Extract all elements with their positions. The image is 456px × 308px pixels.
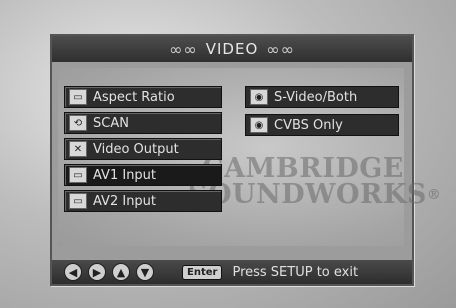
disc-icon: ◉ [250,89,268,105]
page-title: VIDEO [205,40,259,58]
menu-area: CAMBRIDGE SOUNDWORKS® ▭ Aspect Ratio ⟲ S… [58,68,441,246]
arrow-up-icon[interactable]: ▲ [112,263,130,281]
title-bar: ∞∞ VIDEO ∞∞ [52,36,412,62]
tools-icon: ✕ [69,141,87,157]
disc-icon: ◉ [250,117,268,133]
brand-watermark: CAMBRIDGE SOUNDWORKS® [188,153,442,210]
setup-screen: ∞∞ VIDEO ∞∞ CAMBRIDGE SOUNDWORKS® ▭ Aspe… [50,34,441,286]
enter-button[interactable]: Enter [182,264,223,280]
folder-icon: ▭ [69,167,87,183]
logo-right-icon: ∞∞ [266,39,295,59]
tv-icon: ▭ [69,89,87,105]
scan-icon: ⟲ [69,115,87,131]
arrow-down-icon[interactable]: ▼ [136,263,154,281]
exit-hint: Press SETUP to exit [232,264,359,280]
option-cvbs-only[interactable]: ◉ CVBS Only [245,114,399,136]
arrow-left-icon[interactable]: ◀ [64,263,82,281]
logo-left-icon: ∞∞ [169,39,198,59]
menu-item-video-output[interactable]: ✕ Video Output [64,138,222,160]
menu-item-scan[interactable]: ⟲ SCAN [64,112,222,134]
menu-item-av2-input[interactable]: ▭ AV2 Input [64,190,222,212]
footer-bar: ◀ ▶ ▲ ▼ Enter Press SETUP to exit [52,260,412,284]
arrow-right-icon[interactable]: ▶ [88,263,106,281]
menu-item-aspect-ratio[interactable]: ▭ Aspect Ratio [64,86,222,108]
menu-item-av1-input[interactable]: ▭ AV1 Input [64,164,222,186]
option-s-video-both[interactable]: ◉ S-Video/Both [245,86,399,108]
tv-icon: ▭ [69,193,87,209]
